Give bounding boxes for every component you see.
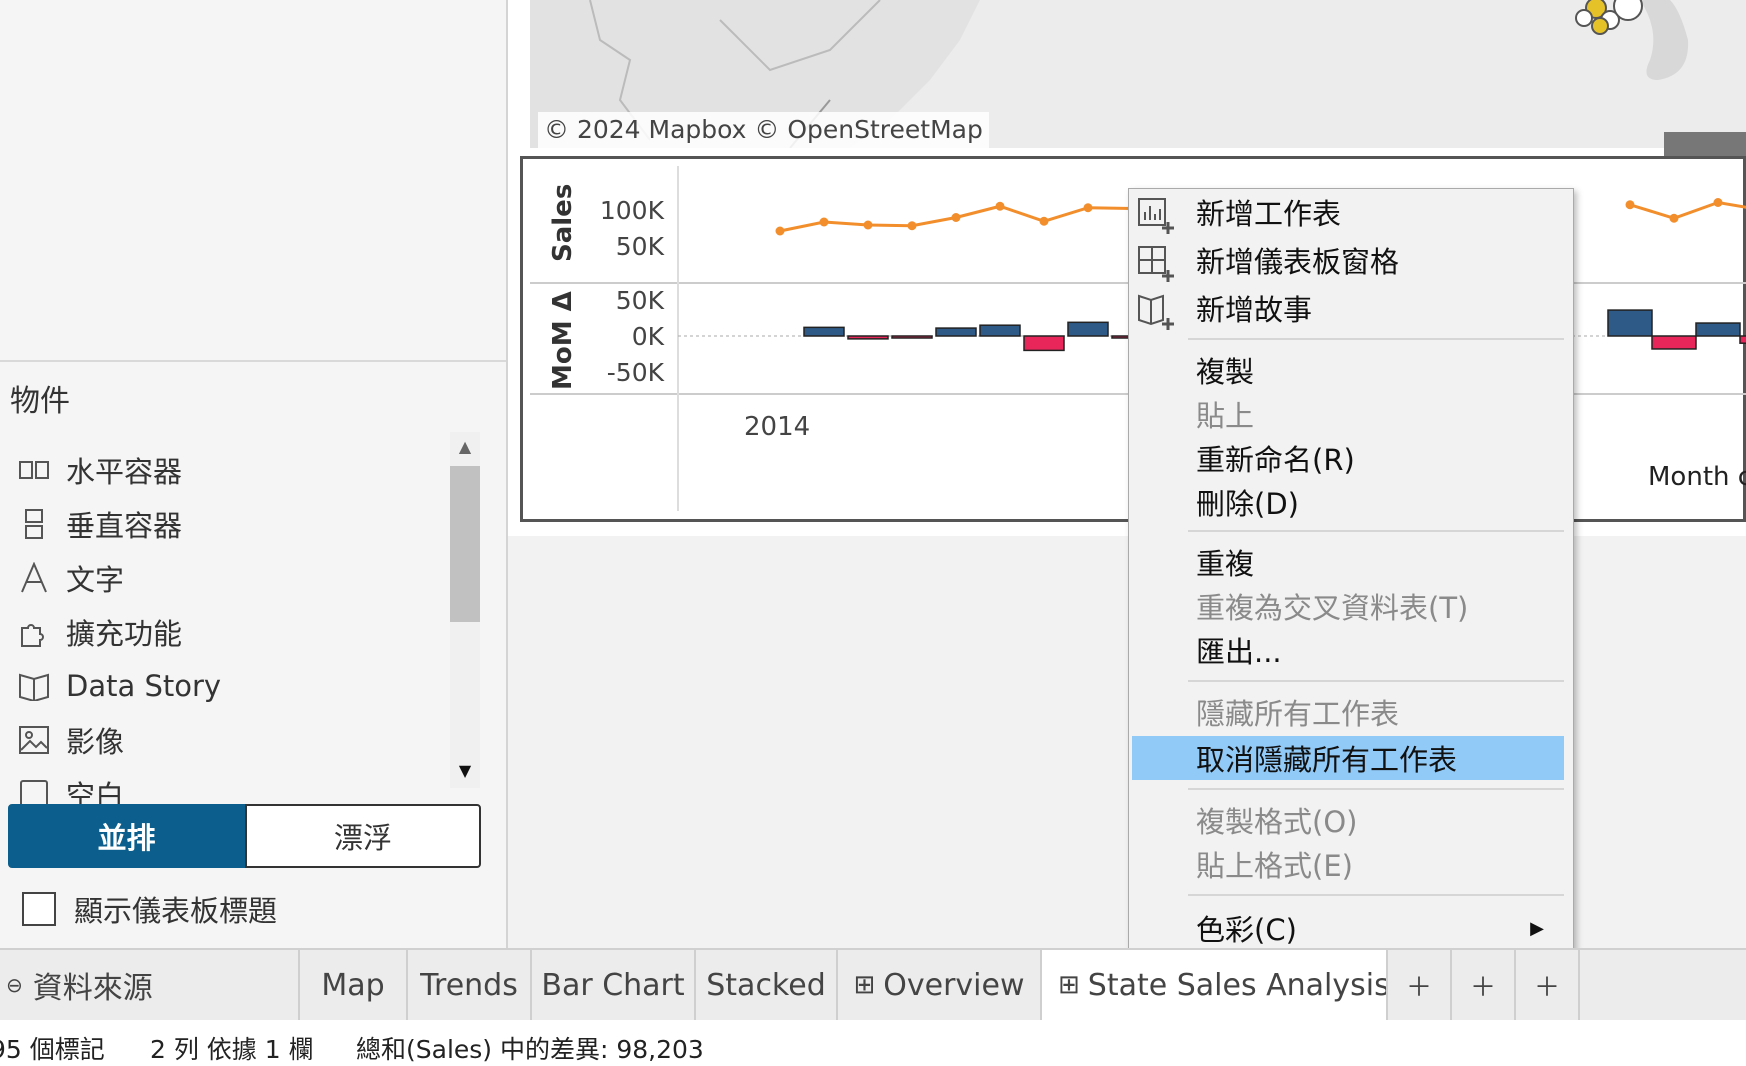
menu-color[interactable]: 色彩(C) ▶ — [1132, 906, 1564, 950]
sales-point — [951, 213, 961, 222]
menu-separator — [1188, 338, 1564, 340]
object-label: Data Story — [66, 669, 222, 703]
objects-title: 物件 — [10, 384, 70, 419]
horizontal-container-icon — [16, 452, 52, 488]
status-marks: 95 個標記 — [0, 1035, 105, 1064]
menu-duplicate[interactable]: 重複 — [1132, 540, 1564, 584]
menu-rename[interactable]: 重新命名(R) — [1132, 436, 1564, 480]
mom-bar — [803, 326, 845, 337]
object-label: 垂直容器 — [66, 509, 183, 543]
sales-line — [1629, 200, 1746, 220]
menu-duplicate-as-crosstab: 重複為交叉資料表(T) — [1196, 591, 1469, 625]
tiled-button[interactable]: 並排 — [8, 804, 245, 868]
menu-paste: 貼上 — [1196, 399, 1255, 433]
object-extension[interactable]: 擴充功能 — [16, 610, 182, 654]
menu-new-dashboard[interactable]: 新增儀表板窗格 — [1132, 238, 1564, 282]
new-dashboard-tab-icon: ＋ — [1469, 972, 1496, 1003]
object-label: 擴充功能 — [66, 617, 183, 651]
panel-divider — [0, 360, 506, 362]
scroll-up-arrow-icon[interactable]: ▲ — [450, 432, 480, 462]
sales-point — [819, 217, 829, 227]
tab-state-sales-analysis[interactable]: ⊞ State Sales Analysis — [1042, 950, 1388, 1020]
menu-separator — [1188, 894, 1564, 896]
menu-paste-formatting: 貼上格式(E) — [1196, 849, 1353, 883]
new-dashboard-tab-button[interactable]: ＋ — [1452, 950, 1516, 1020]
show-title-checkbox[interactable] — [22, 892, 56, 926]
mom-bar — [979, 324, 1021, 337]
show-title-label: 顯示儀表板標題 — [74, 894, 278, 928]
tab-map[interactable]: Map — [300, 950, 408, 1020]
menu-color-label: 色彩(C) — [1196, 913, 1297, 947]
menu-separator — [1188, 530, 1564, 532]
tab-bar-chart[interactable]: Bar Chart — [532, 950, 696, 1020]
sales-point — [1625, 200, 1635, 210]
menu-new-story[interactable]: 新增故事 — [1132, 286, 1564, 330]
mom-bar — [1067, 321, 1109, 337]
database-icon: ⊖ — [6, 973, 23, 997]
mom-bar — [935, 327, 977, 337]
menu-new-worksheet[interactable]: 新增工作表 — [1132, 190, 1564, 234]
tab-trends[interactable]: Trends — [408, 950, 532, 1020]
sales-point — [1083, 203, 1093, 213]
text-icon — [16, 560, 52, 596]
tab-stacked[interactable]: Stacked — [696, 950, 838, 1020]
status-sum: 總和(Sales) 中的差異: 98,203 — [356, 1035, 704, 1064]
new-worksheet-tab-icon: ＋ — [1405, 972, 1432, 1003]
object-horizontal-container[interactable]: 水平容器 — [16, 448, 182, 492]
sales-point — [1713, 198, 1723, 207]
vertical-container-icon — [16, 506, 52, 542]
mom-bar — [1607, 309, 1653, 337]
mom-bar — [847, 335, 889, 340]
floating-button[interactable]: 漂浮 — [245, 804, 481, 868]
extension-icon — [16, 614, 52, 650]
mom-bar — [1739, 335, 1746, 344]
mom-bar — [1023, 335, 1065, 352]
tab-data-source[interactable]: ⊖ 資料來源 — [0, 950, 300, 1020]
tab-label: State Sales Analysis — [1087, 967, 1388, 1003]
menu-delete[interactable]: 刪除(D) — [1132, 480, 1564, 524]
menu-unhide-all-sheets[interactable]: 取消隱藏所有工作表 — [1132, 736, 1564, 780]
menu-separator — [1188, 788, 1564, 790]
menu-hide-all-sheets: 隱藏所有工作表 — [1196, 697, 1400, 731]
container-handle[interactable] — [1664, 132, 1746, 158]
new-story-tab-icon: ＋ — [1533, 972, 1560, 1003]
new-story-tab-button[interactable]: ＋ — [1516, 950, 1580, 1020]
menu-copy-formatting: 複製格式(O) — [1196, 805, 1358, 839]
mom-bar — [1695, 322, 1741, 337]
sales-point — [1039, 216, 1049, 226]
tab-label: Overview — [883, 967, 1025, 1003]
object-label: 影像 — [66, 725, 125, 759]
mom-bar — [891, 335, 933, 339]
scroll-thumb[interactable] — [450, 466, 480, 622]
new-worksheet-tab-button[interactable]: ＋ — [1388, 950, 1452, 1020]
book-icon — [16, 668, 52, 704]
object-text[interactable]: 文字 — [16, 556, 124, 600]
menu-separator — [1188, 680, 1564, 682]
scroll-down-arrow-icon[interactable]: ▼ — [450, 756, 480, 786]
sales-point — [775, 226, 785, 236]
object-label: 文字 — [66, 563, 125, 597]
tab-label: 資料來源 — [32, 971, 153, 1006]
object-image[interactable]: 影像 — [16, 718, 124, 762]
status-rows-cols: 2 列 依據 1 欄 — [150, 1035, 314, 1064]
sales-point — [907, 221, 917, 231]
submenu-arrow-icon: ▶ — [1530, 917, 1544, 939]
menu-export[interactable]: 匯出... — [1132, 628, 1564, 672]
sales-point — [1669, 213, 1679, 223]
object-label: 水平容器 — [66, 455, 183, 489]
object-data-story[interactable]: Data Story — [16, 664, 221, 708]
mom-bar — [1651, 335, 1697, 350]
dashboard-icon: ⊞ — [853, 970, 876, 1000]
object-vertical-container[interactable]: 垂直容器 — [16, 502, 182, 546]
dashboard-icon: ⊞ — [1058, 970, 1080, 1000]
menu-copy[interactable]: 複製 — [1132, 348, 1564, 392]
map-attribution: © 2024 Mapbox © OpenStreetMap — [538, 112, 989, 148]
sales-point — [995, 201, 1005, 211]
sales-point — [863, 220, 873, 230]
image-icon — [16, 722, 52, 758]
tab-overview[interactable]: ⊞ Overview — [838, 950, 1042, 1020]
